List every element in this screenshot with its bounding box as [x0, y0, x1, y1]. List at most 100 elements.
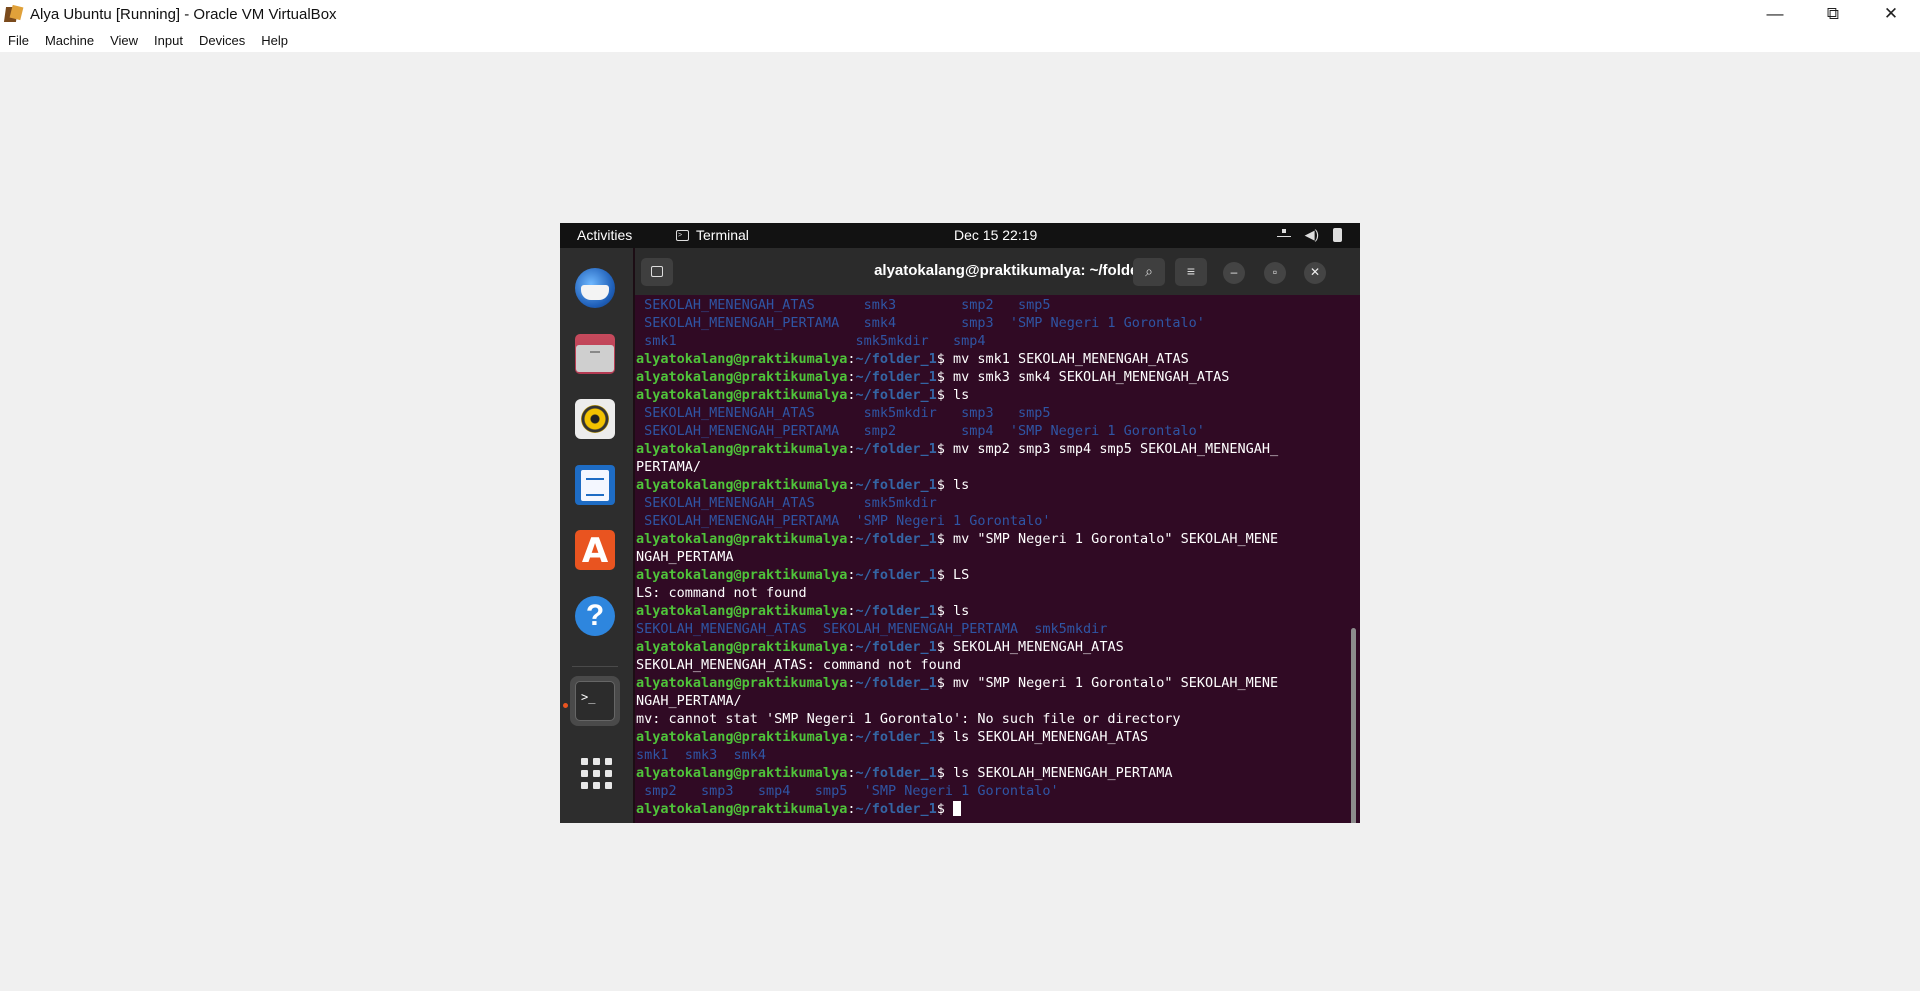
terminal-window[interactable]: alyatokalang@praktikumalya: ~/folder_1 ⌕… [635, 248, 1360, 823]
prompt-user: alyatokalang@praktikumalya [636, 603, 848, 619]
hamburger-menu-icon: ≡ [1186, 263, 1196, 279]
command-line: alyatokalang@praktikumalya:~/folder_1$ l… [636, 602, 1344, 620]
terminal-small-icon: > [676, 229, 689, 241]
directory-listing-line: SEKOLAH_MENENGAH_ATAS smk3 smp2 smp5 [636, 296, 1344, 314]
output-line: NGAH_PERTAMA/ [636, 692, 1344, 710]
command-text: SEKOLAH_MENENGAH_ATAS [953, 639, 1124, 655]
dock-separator [572, 666, 618, 667]
command-line: alyatokalang@praktikumalya:~/folder_1$ m… [636, 530, 1344, 548]
prompt-symbol: $ [936, 567, 954, 583]
output-text: SEKOLAH_MENENGAH_ATAS: command not found [636, 657, 962, 673]
output-line: LS: command not found [636, 584, 1344, 602]
command-line: alyatokalang@praktikumalya:~/folder_1$ l… [636, 764, 1344, 782]
directory-listing-text: smk1 smk5mkdir smp4 [636, 333, 986, 349]
dock-writer[interactable] [570, 460, 620, 510]
menu-file[interactable]: File [0, 33, 37, 48]
directory-listing-line: SEKOLAH_MENENGAH_ATAS smk5mkdir smp3 smp… [636, 404, 1344, 422]
dock-show-apps[interactable] [570, 747, 620, 797]
window-controls: — ⧉ ✕ [1746, 0, 1920, 28]
menu-view[interactable]: View [102, 33, 146, 48]
command-text: mv "SMP Negeri 1 Gorontalo" SEKOLAH_MENE [953, 675, 1279, 691]
dock-help[interactable]: ? [570, 591, 620, 641]
dock-app-center[interactable]: A [570, 525, 620, 575]
minimize-button[interactable]: — [1746, 0, 1804, 28]
prompt-path: ~/folder_1 [855, 369, 937, 385]
prompt-path: ~/folder_1 [855, 639, 937, 655]
menu-devices[interactable]: Devices [191, 33, 253, 48]
terminal-maximize-button[interactable]: ▫ [1264, 262, 1286, 284]
directory-listing-text: SEKOLAH_MENENGAH_ATAS SEKOLAH_MENENGAH_P… [636, 621, 1108, 637]
system-tray[interactable]: ◀) [1276, 227, 1342, 243]
directory-listing-text: smp2 smp3 smp4 smp5 'SMP Negeri 1 Goront… [636, 783, 1059, 799]
command-text: ls [953, 603, 970, 619]
dock-files[interactable] [570, 329, 620, 379]
directory-listing-text: smk1 smk3 smk4 [636, 747, 767, 763]
prompt-user: alyatokalang@praktikumalya [636, 729, 848, 745]
directory-listing-line: smk1 smk3 smk4 [636, 746, 1344, 764]
prompt-user: alyatokalang@praktikumalya [636, 801, 848, 817]
command-line: alyatokalang@praktikumalya:~/folder_1$ l… [636, 386, 1344, 404]
vm-display[interactable]: Activities > Terminal Dec 15 22:19 ◀) A … [560, 223, 1360, 823]
prompt-path: ~/folder_1 [855, 765, 937, 781]
directory-listing-line: smk1 smk5mkdir smp4 [636, 332, 1344, 350]
close-button[interactable]: ✕ [1862, 0, 1920, 28]
restore-button[interactable]: ⧉ [1804, 0, 1862, 28]
volume-icon: ◀) [1304, 227, 1319, 242]
prompt-symbol: $ [936, 441, 954, 457]
directory-listing-text: SEKOLAH_MENENGAH_ATAS smk5mkdir smp3 smp… [636, 405, 1051, 421]
command-text: ls SEKOLAH_MENENGAH_PERTAMA [953, 765, 1173, 781]
command-text: mv smk1 SEKOLAH_MENENGAH_ATAS [953, 351, 1189, 367]
prompt-user: alyatokalang@praktikumalya [636, 441, 848, 457]
menu-help[interactable]: Help [253, 33, 296, 48]
prompt-path: ~/folder_1 [855, 567, 937, 583]
prompt-path: ~/folder_1 [855, 603, 937, 619]
command-line: alyatokalang@praktikumalya:~/folder_1$ m… [636, 674, 1344, 692]
command-line: alyatokalang@praktikumalya:~/folder_1$ m… [636, 368, 1344, 386]
output-text: NGAH_PERTAMA/ [636, 693, 742, 709]
dock-terminal[interactable]: >_ [570, 676, 620, 726]
menu-button[interactable]: ≡ [1175, 258, 1207, 286]
command-text: mv smp2 smp3 smp4 smp5 SEKOLAH_MENENGAH_ [953, 441, 1279, 457]
clock[interactable]: Dec 15 22:19 [954, 227, 1037, 243]
prompt-user: alyatokalang@praktikumalya [636, 531, 848, 547]
output-text: LS: command not found [636, 585, 807, 601]
directory-listing-text: SEKOLAH_MENENGAH_ATAS smk3 smp2 smp5 [636, 297, 1051, 313]
search-button[interactable]: ⌕ [1133, 258, 1165, 286]
output-text: mv: cannot stat 'SMP Negeri 1 Gorontalo'… [636, 711, 1181, 727]
terminal-output[interactable]: SEKOLAH_MENENGAH_ATAS smk3 smp2 smp5 SEK… [635, 296, 1344, 823]
menu-bar: File Machine View Input Devices Help [0, 28, 1920, 52]
command-line: alyatokalang@praktikumalya:~/folder_1$ m… [636, 440, 1344, 458]
minimize-icon: – [1230, 265, 1238, 279]
prompt-symbol: $ [936, 603, 954, 619]
prompt-user: alyatokalang@praktikumalya [636, 567, 848, 583]
terminal-minimize-button[interactable]: – [1223, 262, 1245, 284]
prompt-symbol: $ [936, 387, 954, 403]
output-line: mv: cannot stat 'SMP Negeri 1 Gorontalo'… [636, 710, 1344, 728]
command-text: ls [953, 477, 970, 493]
prompt-path: ~/folder_1 [855, 675, 937, 691]
command-line: alyatokalang@praktikumalya:~/folder_1$ m… [636, 350, 1344, 368]
app-menu-terminal[interactable]: > Terminal [676, 227, 749, 243]
command-text: mv smk3 smk4 SEKOLAH_MENENGAH_ATAS [953, 369, 1230, 385]
window-titlebar: Alya Ubuntu [Running] - Oracle VM Virtua… [0, 0, 1920, 28]
prompt-user: alyatokalang@praktikumalya [636, 765, 848, 781]
dock-rhythmbox[interactable] [570, 394, 620, 444]
virtualbox-app-icon [3, 4, 24, 24]
prompt-path: ~/folder_1 [855, 477, 937, 493]
thunderbird-icon [575, 268, 615, 308]
terminal-scrollbar[interactable] [1351, 628, 1356, 823]
prompt-path: ~/folder_1 [855, 801, 937, 817]
command-line: alyatokalang@praktikumalya:~/folder_1$ l… [636, 728, 1344, 746]
prompt-symbol: $ [936, 477, 954, 493]
activities-button[interactable]: Activities [577, 227, 632, 243]
menu-input[interactable]: Input [146, 33, 191, 48]
prompt-symbol: $ [936, 801, 954, 817]
menu-machine[interactable]: Machine [37, 33, 102, 48]
command-text: mv "SMP Negeri 1 Gorontalo" SEKOLAH_MENE [953, 531, 1279, 547]
dock-thunderbird[interactable] [570, 263, 620, 313]
prompt-symbol: $ [936, 369, 954, 385]
prompt-path: ~/folder_1 [855, 531, 937, 547]
terminal-close-button[interactable]: ✕ [1304, 262, 1326, 284]
text-cursor [953, 801, 962, 816]
directory-listing-text: SEKOLAH_MENENGAH_PERTAMA smk4 smp3 'SMP … [636, 315, 1205, 331]
